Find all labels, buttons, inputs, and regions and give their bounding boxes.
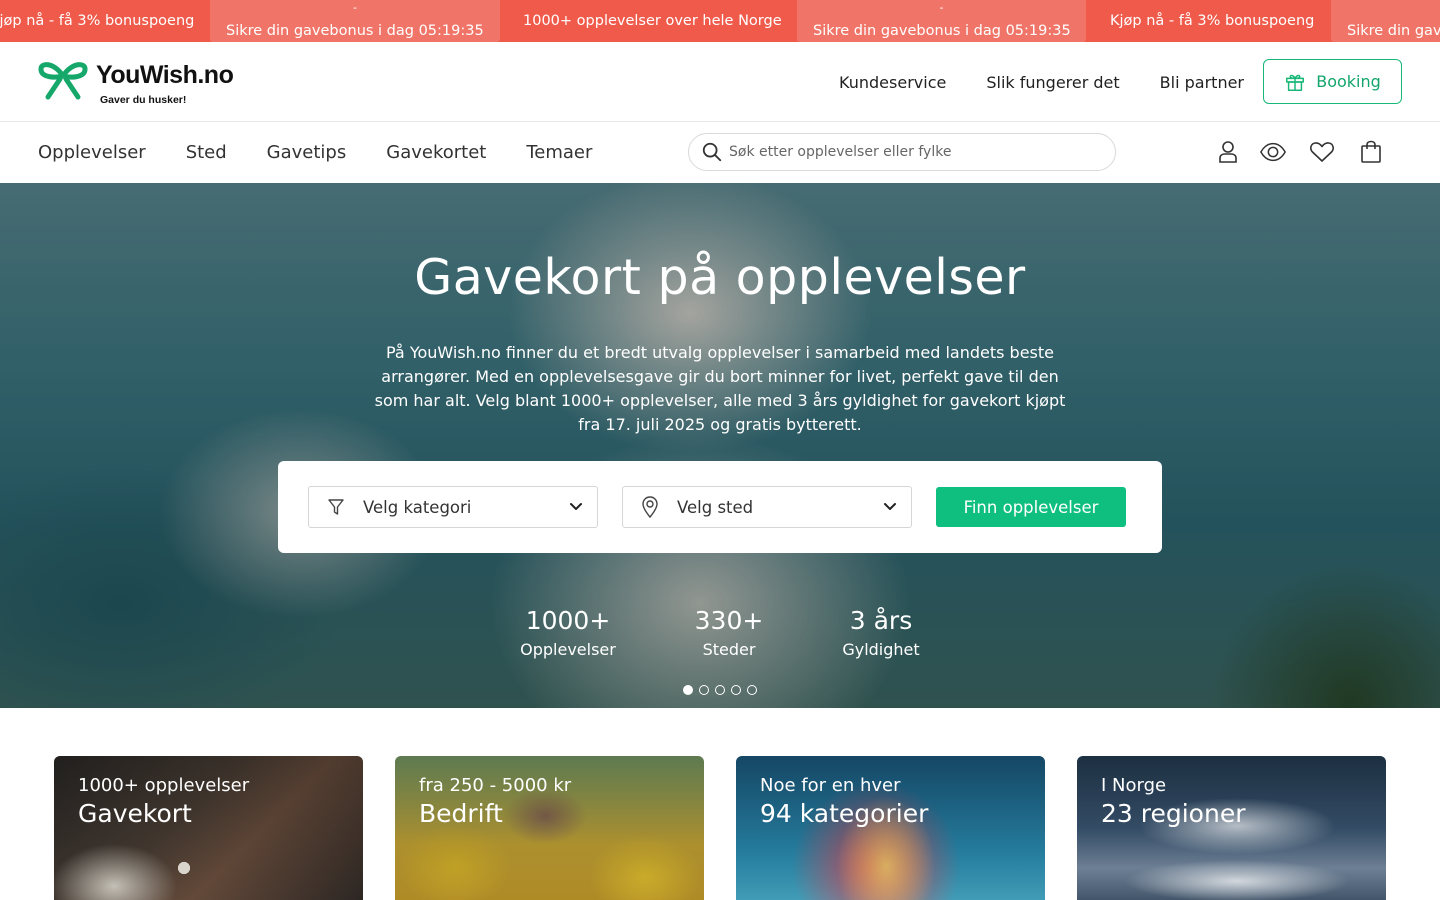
map-pin-icon <box>642 496 658 518</box>
card-subtitle: I Norge <box>1101 775 1167 796</box>
ticker-text: 1000+ opplevelser over hele Norge <box>523 13 782 29</box>
ticker-dash: - <box>939 1 944 14</box>
ticker-text: Sikre din gavebonus i dag 05:19:35 <box>813 23 1071 39</box>
ticker-text: Sikre din gavebonus i dag 05:19:35 <box>226 23 484 39</box>
site-logo[interactable]: YouWish.no Gaver du husker! <box>36 58 256 108</box>
nav-item-gavekortet[interactable]: Gavekortet <box>386 142 486 163</box>
location-select-label: Velg sted <box>677 497 754 517</box>
stat-label: Gyldighet <box>842 640 920 659</box>
card-subtitle: 1000+ opplevelser <box>78 775 250 796</box>
ticker-item: Kjøp nå - få 3% bonuspoeng <box>0 0 200 42</box>
eye-icon[interactable] <box>1259 138 1287 166</box>
carousel-dot[interactable] <box>683 685 693 695</box>
feature-cards: 1000+ opplevelser Gavekort fra 250 - 500… <box>54 756 1386 900</box>
link-kundeservice[interactable]: Kundeservice <box>839 73 946 92</box>
top-links: Kundeservice Slik fungerer det Bli partn… <box>839 42 1244 122</box>
ticker-dash: - <box>353 1 357 14</box>
card-subtitle: Noe for en hver <box>760 775 901 796</box>
booking-button[interactable]: Booking <box>1263 59 1402 104</box>
ticker-countdown: Sikre din gav <box>1331 0 1440 42</box>
link-bli-partner[interactable]: Bli partner <box>1160 73 1244 92</box>
link-slik-fungerer-det[interactable]: Slik fungerer det <box>986 73 1119 92</box>
card-title: Gavekort <box>78 799 192 828</box>
stat-label: Steder <box>702 640 756 659</box>
stat-places: 330+ Steder <box>669 606 789 662</box>
carousel-dot[interactable] <box>699 685 709 695</box>
hero-title: Gavekort på opplevelser <box>414 249 1026 306</box>
card-kategorier[interactable]: Noe for en hver 94 kategorier <box>736 756 1045 900</box>
location-select[interactable]: Velg sted <box>622 486 912 528</box>
hero-banner: Gavekort på opplevelser På YouWish.no fi… <box>0 183 1440 708</box>
ticker-item: Kjøp nå - få 3% bonuspoeng <box>1110 0 1314 42</box>
stat-label: Opplevelser <box>520 640 616 659</box>
card-bedrift[interactable]: fra 250 - 5000 kr Bedrift <box>395 756 704 900</box>
carousel-dot[interactable] <box>715 685 725 695</box>
nav-item-sted[interactable]: Sted <box>186 142 227 163</box>
carousel-dot[interactable] <box>731 685 741 695</box>
card-subtitle: fra 250 - 5000 kr <box>419 775 572 796</box>
main-nav: Opplevelser Sted Gavetips Gavekortet Tem… <box>0 122 1440 183</box>
ticker-text: Sikre din gav <box>1347 23 1440 39</box>
ribbon-bow-icon <box>38 62 88 100</box>
search-bar <box>688 133 1116 171</box>
ticker-text: Kjøp nå - få 3% bonuspoeng <box>1110 13 1315 29</box>
ticker-text: Kjøp nå - få 3% bonuspoeng <box>0 13 195 29</box>
chevron-down-icon <box>884 503 896 510</box>
booking-label: Booking <box>1316 72 1381 91</box>
nav-item-opplevelser[interactable]: Opplevelser <box>38 142 146 163</box>
filter-icon <box>328 499 344 515</box>
find-experiences-button[interactable]: Finn opplevelser <box>936 487 1126 527</box>
account-icons <box>1214 138 1385 166</box>
carousel-dot[interactable] <box>747 685 757 695</box>
category-select[interactable]: Velg kategori <box>308 486 598 528</box>
gift-icon <box>1286 74 1305 91</box>
nav-menu: Opplevelser Sted Gavetips Gavekortet Tem… <box>38 122 592 183</box>
card-title: Bedrift <box>419 799 503 828</box>
carousel-dots <box>683 685 757 695</box>
shopping-bag-icon[interactable] <box>1357 138 1385 166</box>
nav-item-gavetips[interactable]: Gavetips <box>267 142 347 163</box>
stat-value: 1000+ <box>525 606 611 635</box>
promo-ticker: Kjøp nå - få 3% bonuspoeng - Sikre din g… <box>0 0 1440 42</box>
logo-tagline: Gaver du husker! <box>100 94 187 106</box>
stat-value: 330+ <box>694 606 764 635</box>
ticker-item: 1000+ opplevelser over hele Norge <box>523 0 782 42</box>
search-icon[interactable] <box>701 141 723 163</box>
search-input[interactable] <box>729 144 1099 160</box>
hero-description: På YouWish.no finner du et bredt utvalg … <box>374 343 1066 434</box>
card-title: 94 kategorier <box>760 799 929 828</box>
user-icon[interactable] <box>1214 138 1242 166</box>
chevron-down-icon <box>570 503 582 510</box>
site-header: YouWish.no Gaver du husker! Kundeservice… <box>0 42 1440 122</box>
stat-validity: 3 års Gyldighet <box>821 606 941 662</box>
logo-wordmark: YouWish.no <box>96 61 234 89</box>
heart-icon[interactable] <box>1308 138 1336 166</box>
ticker-countdown: - Sikre din gavebonus i dag 05:19:35 <box>797 0 1086 42</box>
experience-finder: Velg kategori Velg sted Finn opplevelser <box>278 461 1162 553</box>
card-title: 23 regioner <box>1101 799 1246 828</box>
stat-value: 3 års <box>849 606 913 635</box>
category-select-label: Velg kategori <box>363 497 472 517</box>
ticker-countdown: - Sikre din gavebonus i dag 05:19:35 <box>210 0 500 42</box>
nav-item-temaer[interactable]: Temaer <box>526 142 592 163</box>
card-regioner[interactable]: I Norge 23 regioner <box>1077 756 1386 900</box>
stat-experiences: 1000+ Opplevelser <box>508 606 628 662</box>
card-gavekort[interactable]: 1000+ opplevelser Gavekort <box>54 756 363 900</box>
